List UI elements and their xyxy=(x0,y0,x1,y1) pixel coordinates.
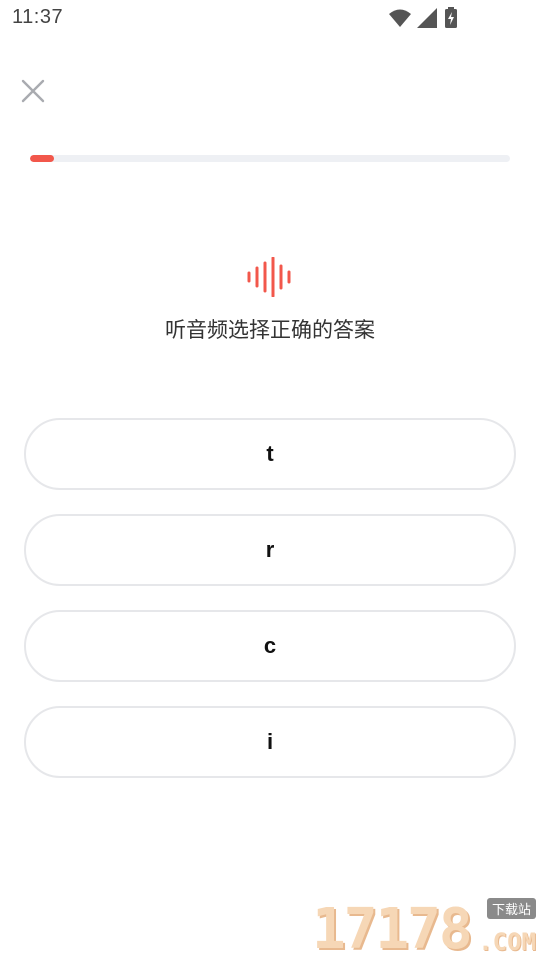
answer-option-1[interactable]: t xyxy=(24,418,516,490)
close-icon xyxy=(21,79,45,103)
screen: 11:37 听音频选择正确的答案 t r c i 17178 下载站 .COM xyxy=(0,0,540,960)
progress-bar xyxy=(30,155,510,162)
answer-option-3[interactable]: c xyxy=(24,610,516,682)
answer-option-2[interactable]: r xyxy=(24,514,516,586)
progress-fill xyxy=(30,155,54,162)
close-button[interactable] xyxy=(16,74,50,108)
wifi-icon xyxy=(389,9,411,27)
site-watermark: 17178 下载站 .COM xyxy=(312,894,538,960)
question-prompt: 听音频选择正确的答案 xyxy=(165,318,375,342)
sound-wave-icon xyxy=(247,256,291,298)
status-time: 11:37 xyxy=(12,6,64,28)
watermark-dotcom: .COM xyxy=(478,928,536,956)
watermark-number: 17178 xyxy=(312,897,473,960)
answer-option-4[interactable]: i xyxy=(24,706,516,778)
status-bar: 11:37 xyxy=(0,0,540,38)
watermark-badge: 下载站 xyxy=(486,898,536,919)
play-audio-button[interactable] xyxy=(245,256,295,298)
cellular-signal-icon xyxy=(417,8,437,28)
battery-charging-icon xyxy=(445,7,457,28)
